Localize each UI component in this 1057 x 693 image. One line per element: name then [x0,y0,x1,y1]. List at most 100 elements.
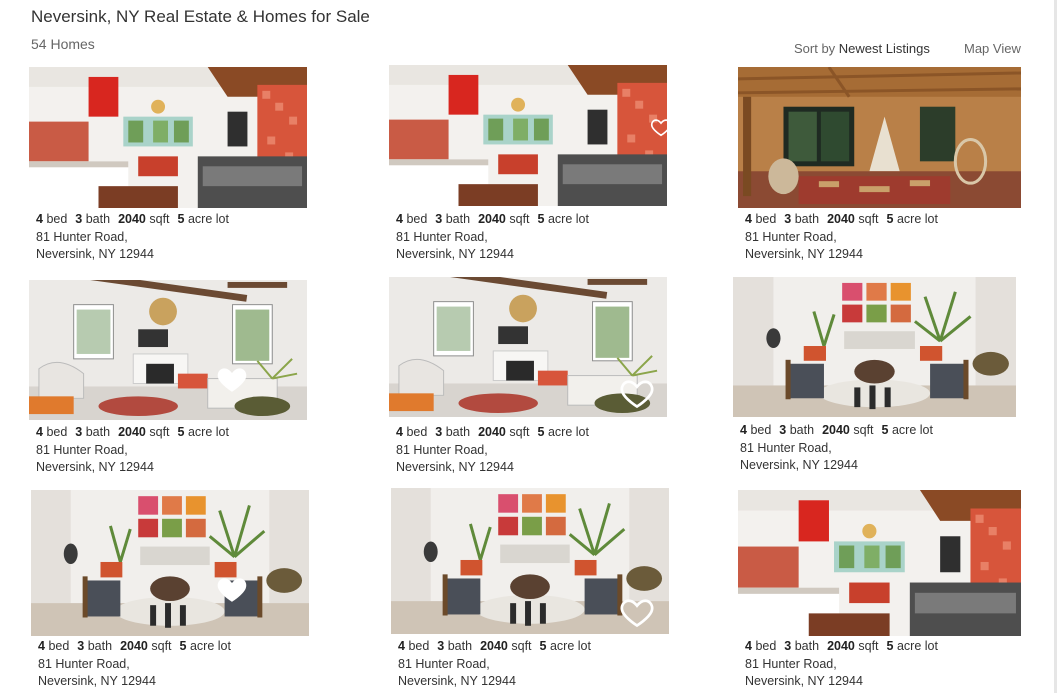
listing-stats: 4 bed 3 bath 2040 sqft 5 acre lot [745,639,938,653]
listing-address[interactable]: 81 Hunter Road, Neversink, NY 12944 [745,656,863,689]
sort-value: Newest Listings [838,41,930,56]
stat-sqft-value: 2040 [118,212,146,226]
stat-baths-value: 3 [779,423,787,437]
stat-baths-unit: bath [447,639,473,653]
listing-address[interactable]: 81 Hunter Road, Neversink, NY 12944 [398,656,516,689]
listing-photo[interactable] [733,277,1016,417]
stat-baths-unit: bath [445,212,471,226]
stat-lot-unit: acre lot [896,212,938,226]
listing-photo[interactable] [29,280,307,420]
favorite-heart-icon[interactable] [650,116,672,138]
stat-beds-value: 4 [745,212,752,226]
stat-lot-unit: acre lot [896,639,938,653]
address-city: Neversink, NY 12944 [396,459,514,474]
address-city: Neversink, NY 12944 [398,673,516,688]
stat-sqft-unit: sqft [511,639,532,653]
stat-baths-value: 3 [435,425,443,439]
address-city: Neversink, NY 12944 [745,246,863,261]
favorite-heart-icon[interactable] [215,362,249,396]
stat-lot-unit: acre lot [549,639,591,653]
address-street: 81 Hunter Road, [745,230,837,244]
stat-beds-value: 4 [396,425,403,439]
stat-lot-unit: acre lot [187,425,229,439]
stat-beds-unit: bed [408,639,430,653]
stat-sqft-unit: sqft [509,212,530,226]
favorite-heart-icon[interactable] [619,594,655,630]
results-count: 54 Homes [31,36,95,52]
stat-beds-value: 4 [745,639,752,653]
stat-sqft-unit: sqft [509,425,530,439]
stat-baths-value: 3 [77,639,85,653]
stat-beds-unit: bed [406,425,428,439]
address-street: 81 Hunter Road, [396,230,488,244]
stat-beds-unit: bed [406,212,428,226]
address-street: 81 Hunter Road, [38,657,130,671]
address-city: Neversink, NY 12944 [745,673,863,688]
stat-baths-unit: bath [794,639,820,653]
stat-beds-unit: bed [750,423,772,437]
address-city: Neversink, NY 12944 [36,459,154,474]
sort-dropdown[interactable]: Sort by Newest Listings [794,41,930,56]
listing-address[interactable]: 81 Hunter Road, Neversink, NY 12944 [396,229,514,262]
stat-sqft-value: 2040 [827,639,855,653]
stat-lot-value: 5 [539,639,547,653]
stat-beds-unit: bed [46,425,68,439]
sort-label: Sort by [794,41,839,56]
listing-photo[interactable] [738,67,1021,208]
listing-stats: 4 bed 3 bath 2040 sqft 5 acre lot [740,423,933,437]
listing-address[interactable]: 81 Hunter Road, Neversink, NY 12944 [36,442,154,475]
stat-lot-value: 5 [179,639,187,653]
page-title: Neversink, NY Real Estate & Homes for Sa… [31,7,370,26]
stat-lot-value: 5 [177,212,185,226]
stat-beds-value: 4 [36,212,43,226]
stat-lot-unit: acre lot [189,639,231,653]
stat-sqft-unit: sqft [149,425,170,439]
address-street: 81 Hunter Road, [36,443,128,457]
listing-address[interactable]: 81 Hunter Road, Neversink, NY 12944 [745,229,863,262]
listing-address[interactable]: 81 Hunter Road, Neversink, NY 12944 [396,442,514,475]
stat-baths-value: 3 [75,212,83,226]
stat-beds-unit: bed [48,639,70,653]
stat-sqft-unit: sqft [151,639,172,653]
stat-beds-unit: bed [755,639,777,653]
stat-beds-value: 4 [398,639,405,653]
listing-address[interactable]: 81 Hunter Road, Neversink, NY 12944 [38,656,156,689]
stat-sqft-value: 2040 [822,423,850,437]
favorite-heart-icon[interactable] [215,572,249,606]
stat-baths-value: 3 [784,639,792,653]
stat-sqft-unit: sqft [858,639,879,653]
stat-beds-unit: bed [755,212,777,226]
address-city: Neversink, NY 12944 [396,246,514,261]
stat-sqft-value: 2040 [478,212,506,226]
listing-stats: 4 bed 3 bath 2040 sqft 5 acre lot [745,212,938,226]
stat-baths-unit: bath [794,212,820,226]
stat-lot-unit: acre lot [547,212,589,226]
favorite-heart-icon[interactable] [619,375,655,411]
address-city: Neversink, NY 12944 [740,457,858,472]
stat-sqft-value: 2040 [478,425,506,439]
listing-photo[interactable] [389,65,667,206]
stat-baths-unit: bath [85,212,111,226]
address-street: 81 Hunter Road, [740,441,832,455]
address-city: Neversink, NY 12944 [36,246,154,261]
stat-sqft-value: 2040 [827,212,855,226]
stat-baths-unit: bath [85,425,111,439]
listing-photo[interactable] [738,490,1021,636]
listing-address[interactable]: 81 Hunter Road, Neversink, NY 12944 [36,229,154,262]
stat-baths-value: 3 [437,639,445,653]
map-view-link[interactable]: Map View [964,41,1021,56]
stat-beds-value: 4 [740,423,747,437]
listing-photo[interactable] [31,490,309,636]
listing-photo[interactable] [29,67,307,208]
stat-baths-unit: bath [789,423,815,437]
stat-beds-value: 4 [36,425,43,439]
listing-stats: 4 bed 3 bath 2040 sqft 5 acre lot [396,425,589,439]
address-street: 81 Hunter Road, [745,657,837,671]
listing-address[interactable]: 81 Hunter Road, Neversink, NY 12944 [740,440,858,473]
listing-stats: 4 bed 3 bath 2040 sqft 5 acre lot [396,212,589,226]
stat-sqft-value: 2040 [118,425,146,439]
stat-baths-unit: bath [87,639,113,653]
address-street: 81 Hunter Road, [398,657,490,671]
stat-lot-unit: acre lot [547,425,589,439]
stat-lot-value: 5 [537,425,545,439]
